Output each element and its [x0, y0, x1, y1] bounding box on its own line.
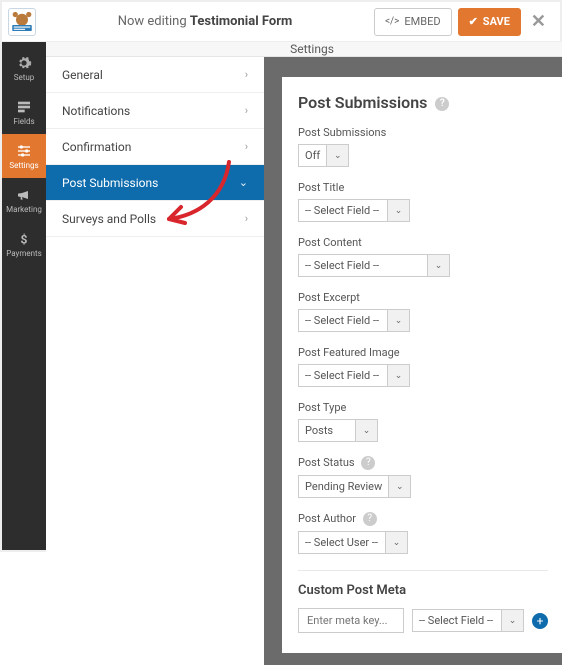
meta-field-select[interactable]: -- Select Field --	[412, 609, 502, 632]
form-name: Testimonial Form	[190, 14, 292, 29]
help-icon[interactable]: ?	[361, 456, 375, 470]
embed-label: EMBED	[404, 15, 440, 28]
chevron-right-icon: ›	[245, 212, 248, 225]
menu-general[interactable]: General ›	[46, 57, 264, 93]
save-button[interactable]: ✔ SAVE	[458, 8, 521, 36]
menu-post-submissions[interactable]: Post Submissions ⌄	[46, 165, 264, 201]
panel-title: Post Submissions	[298, 93, 427, 112]
help-icon[interactable]: ?	[435, 97, 449, 111]
editing-prefix: Now editing	[118, 14, 187, 29]
nav-fields[interactable]: Fields	[2, 90, 46, 134]
settings-menu: General › Notifications › Confirmation ›…	[46, 57, 264, 665]
featured-image-select[interactable]: -- Select Field --	[298, 364, 388, 387]
post-submissions-panel: Post Submissions ? Post Submissions Off …	[282, 77, 562, 653]
field-label: Post Featured Image	[298, 346, 548, 359]
dropdown-icon[interactable]: ⌄	[386, 531, 408, 554]
nav-label: Setup	[14, 73, 35, 82]
dropdown-icon[interactable]: ⌄	[388, 199, 410, 222]
field-label: Post Status	[298, 456, 355, 469]
embed-icon: </>	[385, 16, 399, 27]
chevron-right-icon: ›	[245, 104, 248, 117]
chevron-right-icon: ›	[245, 140, 248, 153]
menu-label: Notifications	[62, 104, 130, 118]
menu-label: Confirmation	[62, 140, 131, 154]
help-icon[interactable]: ?	[363, 512, 377, 526]
nav-label: Marketing	[6, 205, 42, 214]
dropdown-icon[interactable]: ⌄	[502, 609, 524, 632]
close-button[interactable]: ✕	[521, 11, 552, 32]
megaphone-icon	[16, 187, 32, 203]
nav-label: Payments	[6, 249, 42, 258]
nav-label: Fields	[13, 117, 34, 126]
post-status-select[interactable]: Pending Review	[298, 475, 389, 498]
primary-nav: Setup Fields Settings Marketing $ Paymen…	[2, 42, 46, 550]
dropdown-icon[interactable]: ⌄	[428, 254, 450, 277]
nav-label: Settings	[9, 161, 38, 170]
field-label: Post Submissions	[298, 126, 548, 139]
custom-meta-heading: Custom Post Meta	[298, 583, 548, 598]
dropdown-icon[interactable]: ⌄	[356, 419, 378, 442]
post-title-select[interactable]: -- Select Field --	[298, 199, 388, 222]
embed-button[interactable]: </> EMBED	[374, 8, 452, 36]
post-type-select[interactable]: Posts	[298, 419, 356, 442]
field-label: Post Author	[298, 512, 356, 525]
nav-setup[interactable]: Setup	[2, 46, 46, 90]
fields-icon	[16, 99, 32, 115]
menu-notifications[interactable]: Notifications ›	[46, 93, 264, 129]
menu-label: Surveys and Polls	[62, 212, 156, 226]
sliders-icon	[16, 143, 32, 159]
meta-key-input[interactable]	[298, 608, 404, 633]
check-icon: ✔	[469, 15, 478, 28]
menu-confirmation[interactable]: Confirmation ›	[46, 129, 264, 165]
gear-icon	[16, 55, 32, 71]
svg-text:$: $	[21, 232, 28, 246]
dropdown-icon[interactable]: ⌄	[388, 364, 410, 387]
menu-surveys[interactable]: Surveys and Polls ›	[46, 201, 264, 237]
post-content-select[interactable]: -- Select Field --	[298, 254, 428, 277]
field-label: Post Title	[298, 181, 548, 194]
post-author-select[interactable]: -- Select User --	[298, 531, 386, 554]
nav-payments[interactable]: $ Payments	[2, 222, 46, 266]
nav-settings[interactable]: Settings	[2, 134, 46, 178]
save-label: SAVE	[483, 15, 510, 28]
divider	[298, 570, 548, 571]
dropdown-icon[interactable]: ⌄	[388, 309, 410, 332]
dollar-icon: $	[16, 231, 32, 247]
nav-marketing[interactable]: Marketing	[2, 178, 46, 222]
dropdown-icon[interactable]: ⌄	[389, 475, 411, 498]
chevron-right-icon: ›	[245, 68, 248, 81]
field-label: Post Excerpt	[298, 291, 548, 304]
field-label: Post Content	[298, 236, 548, 249]
dropdown-icon[interactable]: ⌄	[327, 144, 349, 167]
section-title: Settings	[46, 42, 562, 57]
chevron-down-icon: ⌄	[239, 176, 248, 189]
post-submissions-toggle[interactable]: Off	[298, 144, 327, 167]
app-logo	[8, 8, 36, 36]
now-editing-title: Now editing Testimonial Form	[42, 14, 368, 29]
menu-label: General	[62, 68, 103, 82]
post-excerpt-select[interactable]: -- Select Field --	[298, 309, 388, 332]
field-label: Post Type	[298, 401, 548, 414]
menu-label: Post Submissions	[62, 176, 158, 190]
add-meta-button[interactable]: +	[532, 613, 548, 629]
